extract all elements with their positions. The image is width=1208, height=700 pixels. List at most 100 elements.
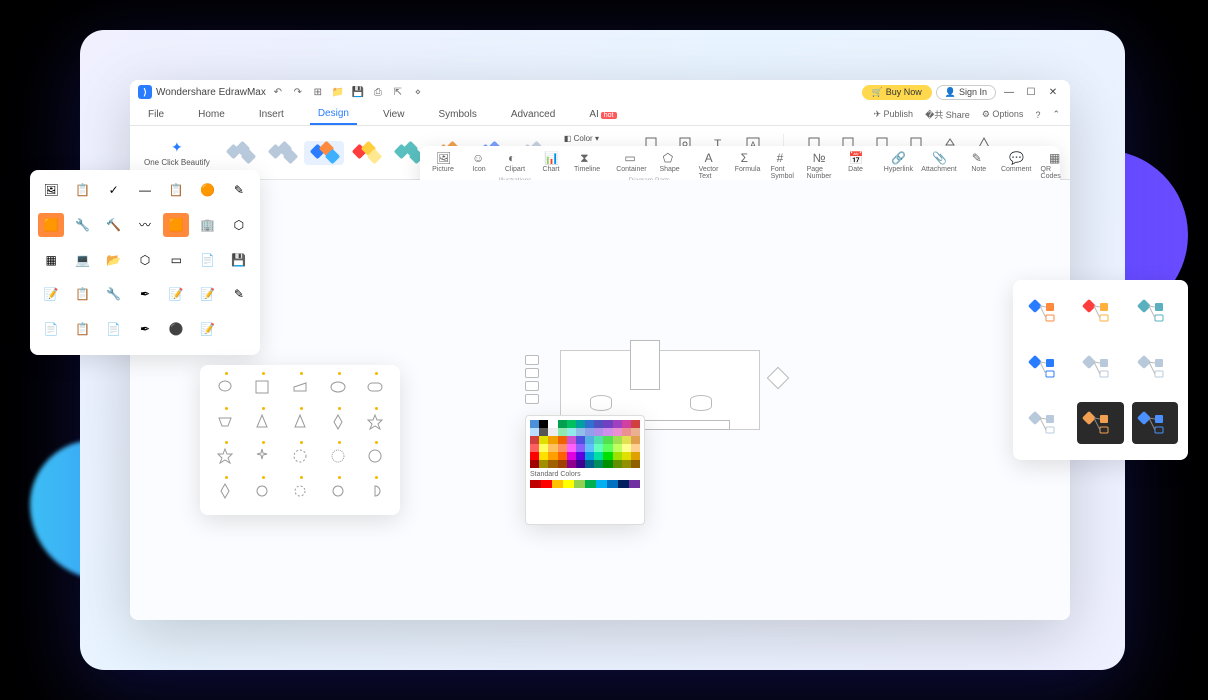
shape-item-3[interactable]: [323, 375, 353, 399]
theme-preview-3[interactable]: [1023, 346, 1069, 388]
std-color-swatch[interactable]: [618, 480, 629, 488]
color-swatch[interactable]: [558, 444, 567, 452]
color-swatch[interactable]: [603, 436, 612, 444]
insert-font-symbol[interactable]: #Font Symbol: [767, 148, 801, 183]
color-swatch[interactable]: [585, 452, 594, 460]
color-swatch[interactable]: [613, 420, 622, 428]
color-swatch[interactable]: [622, 452, 631, 460]
color-swatch[interactable]: [548, 436, 557, 444]
theme-preview-4[interactable]: [1077, 346, 1123, 388]
shape-item-18[interactable]: [323, 479, 353, 503]
shape-item-2[interactable]: [285, 375, 315, 399]
color-swatch[interactable]: [576, 428, 585, 436]
theme-preview-7[interactable]: [1077, 402, 1123, 444]
color-swatch[interactable]: [594, 460, 603, 468]
clipart-item-16[interactable]: 📂: [101, 248, 127, 272]
insert-clipart[interactable]: ◐Clipart: [498, 148, 532, 176]
maximize-button[interactable]: ☐: [1022, 84, 1040, 100]
color-swatch[interactable]: [576, 452, 585, 460]
clipart-item-23[interactable]: 🔧: [101, 282, 127, 306]
shape-item-7[interactable]: [285, 410, 315, 434]
color-swatch[interactable]: [631, 444, 640, 452]
theme-preview-0[interactable]: [1023, 290, 1069, 332]
std-color-swatch[interactable]: [596, 480, 607, 488]
color-swatch[interactable]: [558, 428, 567, 436]
shape-item-9[interactable]: [360, 410, 390, 434]
color-swatch[interactable]: [613, 436, 622, 444]
std-color-swatch[interactable]: [629, 480, 640, 488]
clipart-item-11[interactable]: 🟧: [163, 213, 189, 237]
buy-now-button[interactable]: 🛒 Buy Now: [862, 85, 932, 100]
color-swatch[interactable]: [576, 436, 585, 444]
clipart-item-25[interactable]: 📝: [163, 282, 189, 306]
color-swatch[interactable]: [567, 460, 576, 468]
color-swatch[interactable]: [530, 420, 539, 428]
color-swatch[interactable]: [539, 420, 548, 428]
color-swatch[interactable]: [576, 444, 585, 452]
color-swatch[interactable]: [585, 460, 594, 468]
color-swatch[interactable]: [548, 452, 557, 460]
insert-qr-codes[interactable]: ▦QR Codes: [1037, 148, 1070, 183]
color-swatch[interactable]: [530, 444, 539, 452]
theme-preview-6[interactable]: [1023, 402, 1069, 444]
save-icon[interactable]: 💾: [350, 84, 366, 100]
color-swatch[interactable]: [603, 444, 612, 452]
shape-item-8[interactable]: [323, 410, 353, 434]
clipart-item-5[interactable]: 🟠: [194, 178, 220, 202]
std-color-swatch[interactable]: [552, 480, 563, 488]
std-color-swatch[interactable]: [574, 480, 585, 488]
insert-vector-text[interactable]: AVector Text: [695, 148, 729, 183]
color-swatch[interactable]: [548, 420, 557, 428]
options-button[interactable]: ⚙ Options: [982, 109, 1024, 120]
color-swatch[interactable]: [530, 452, 539, 460]
color-swatch[interactable]: [539, 428, 548, 436]
color-swatch[interactable]: [603, 420, 612, 428]
color-swatch[interactable]: [603, 428, 612, 436]
clipart-item-33[interactable]: 📝: [194, 317, 220, 341]
menu-file[interactable]: File: [140, 105, 172, 124]
theme-preview-8[interactable]: [1132, 402, 1178, 444]
color-swatch[interactable]: [585, 444, 594, 452]
one-click-beautify-button[interactable]: ✦ One Click Beautify: [138, 130, 216, 175]
print-icon[interactable]: ⎙: [370, 84, 386, 100]
std-color-swatch[interactable]: [585, 480, 596, 488]
color-swatch[interactable]: [530, 436, 539, 444]
insert-chart[interactable]: 📊Chart: [534, 148, 568, 176]
color-swatch[interactable]: [558, 452, 567, 460]
color-swatch[interactable]: [594, 452, 603, 460]
clipart-item-32[interactable]: ⚫: [163, 317, 189, 341]
color-swatch[interactable]: [558, 436, 567, 444]
color-swatch[interactable]: [558, 460, 567, 468]
shape-item-16[interactable]: [248, 479, 278, 503]
clipart-item-26[interactable]: 📝: [194, 282, 220, 306]
insert-timeline[interactable]: ⧗Timeline: [570, 148, 604, 176]
color-swatch[interactable]: [622, 444, 631, 452]
color-swatch[interactable]: [530, 460, 539, 468]
color-swatch[interactable]: [567, 428, 576, 436]
clipart-item-28[interactable]: 📄: [38, 317, 64, 341]
menu-design[interactable]: Design: [310, 104, 357, 125]
clipart-item-18[interactable]: ▭: [163, 248, 189, 272]
color-swatch[interactable]: [594, 436, 603, 444]
shape-item-19[interactable]: [360, 479, 390, 503]
clipart-item-7[interactable]: 🟧: [38, 213, 64, 237]
clipart-item-19[interactable]: 📄: [194, 248, 220, 272]
theme-swatch-0[interactable]: [220, 141, 260, 165]
theme-swatch-2[interactable]: [304, 141, 344, 165]
sign-in-button[interactable]: 👤 Sign In: [936, 85, 996, 100]
color-swatch[interactable]: [567, 452, 576, 460]
clipart-item-15[interactable]: 💻: [69, 248, 95, 272]
theme-swatch-1[interactable]: [262, 141, 302, 165]
color-swatch[interactable]: [631, 436, 640, 444]
shape-item-1[interactable]: [248, 375, 278, 399]
close-button[interactable]: ✕: [1044, 84, 1062, 100]
theme-swatch-3[interactable]: [346, 141, 386, 165]
theme-preview-2[interactable]: [1132, 290, 1178, 332]
collapse-icon[interactable]: ⌃: [1052, 109, 1060, 120]
color-swatch[interactable]: [622, 428, 631, 436]
insert-date[interactable]: 📅Date: [839, 148, 873, 183]
color-swatch[interactable]: [613, 460, 622, 468]
clipart-item-2[interactable]: ✓: [101, 178, 127, 202]
clipart-item-3[interactable]: —: [132, 178, 158, 202]
insert-icon[interactable]: ☺Icon: [462, 148, 496, 176]
